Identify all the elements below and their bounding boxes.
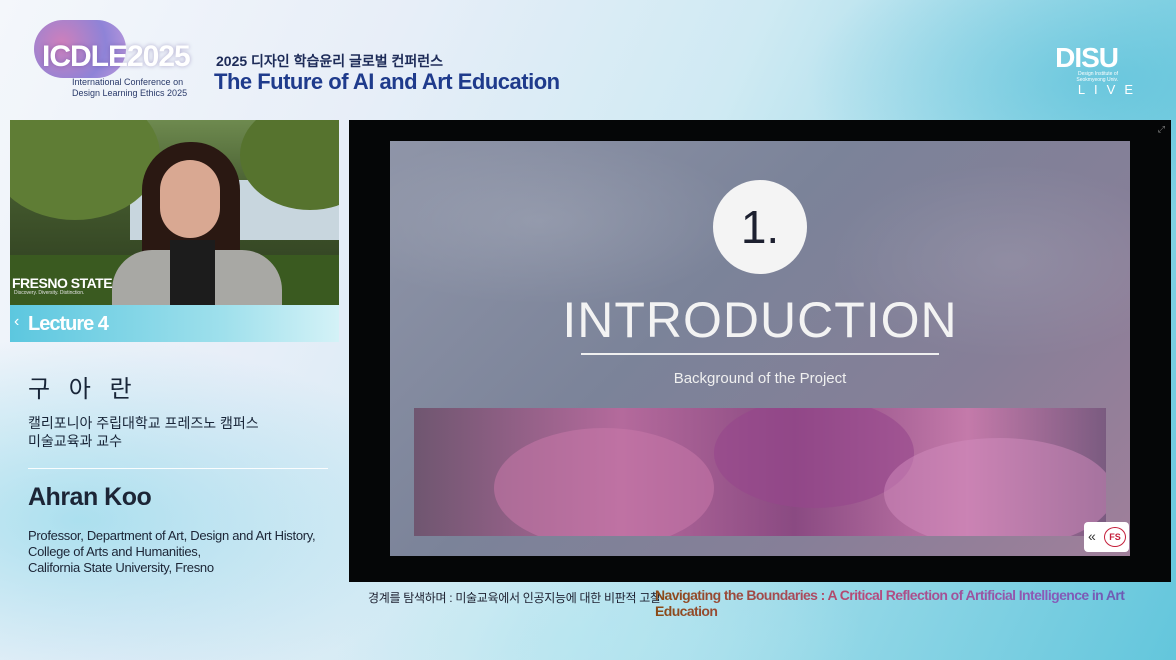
live-indicator: LIVE: [1077, 82, 1142, 97]
slide-section-number: 1.: [713, 180, 807, 274]
conference-logo-subtitle: International Conference on Design Learn…: [72, 77, 188, 98]
speaker-affiliation-korean: 캘리포니아 주립대학교 프레즈노 캠퍼스 미술교육과 교수: [28, 415, 259, 449]
presentation-screen: ⤢ 1. INTRODUCTION Background of the Proj…: [349, 120, 1171, 582]
speaker-video-feed: FRESNO STATE Discovery. Diversity. Disti…: [10, 120, 339, 305]
lecture-label: Lecture 4: [28, 313, 109, 335]
slide-title: INTRODUCTION: [562, 292, 958, 348]
broadcaster-logo: DISU: [1055, 42, 1119, 73]
chevron-left-icon: ‹: [14, 313, 20, 330]
divider: [28, 468, 328, 469]
speaker-name-english: Ahran Koo: [28, 483, 152, 511]
presentation-slide: 1. INTRODUCTION Background of the Projec…: [390, 141, 1130, 556]
speaker-top: [170, 240, 215, 305]
double-chevron-left-icon[interactable]: «: [1088, 528, 1096, 544]
speaker-name-korean: 구 아 란: [28, 376, 138, 403]
conference-title-english: The Future of AI and Art Education: [214, 69, 560, 94]
conference-title-korean: 2025 디자인 학습윤리 글로벌 컨퍼런스: [216, 53, 444, 69]
lecture-title-korean: 경계를 탐색하며 : 미술교육에서 인공지능에 대한 비판적 고찰: [368, 591, 661, 605]
speaker-affiliation-english: Professor, Department of Art, Design and…: [28, 528, 316, 575]
speaker-face: [160, 160, 220, 238]
slide-ink-image: [414, 408, 1106, 536]
fresno-state-logo: FRESNO STATE: [12, 275, 113, 291]
fullscreen-icon[interactable]: ⤢: [1158, 124, 1165, 135]
conference-logo-text: ICDLE2025: [42, 40, 191, 73]
fresno-state-tagline: Discovery. Diversity. Distinction.: [14, 290, 85, 296]
lecture-title-english: Navigating the Boundaries : A Critical R…: [655, 587, 1176, 619]
slide-subtitle: Background of the Project: [673, 370, 847, 387]
slide-nav-widget[interactable]: « FS: [1084, 522, 1129, 552]
slide-divider: [581, 353, 939, 355]
ink-cloud: [494, 428, 714, 536]
lecture-number-bar: ‹ Lecture 4: [10, 305, 339, 342]
ink-cloud: [884, 438, 1106, 536]
fresno-state-badge: FS: [1104, 527, 1126, 547]
